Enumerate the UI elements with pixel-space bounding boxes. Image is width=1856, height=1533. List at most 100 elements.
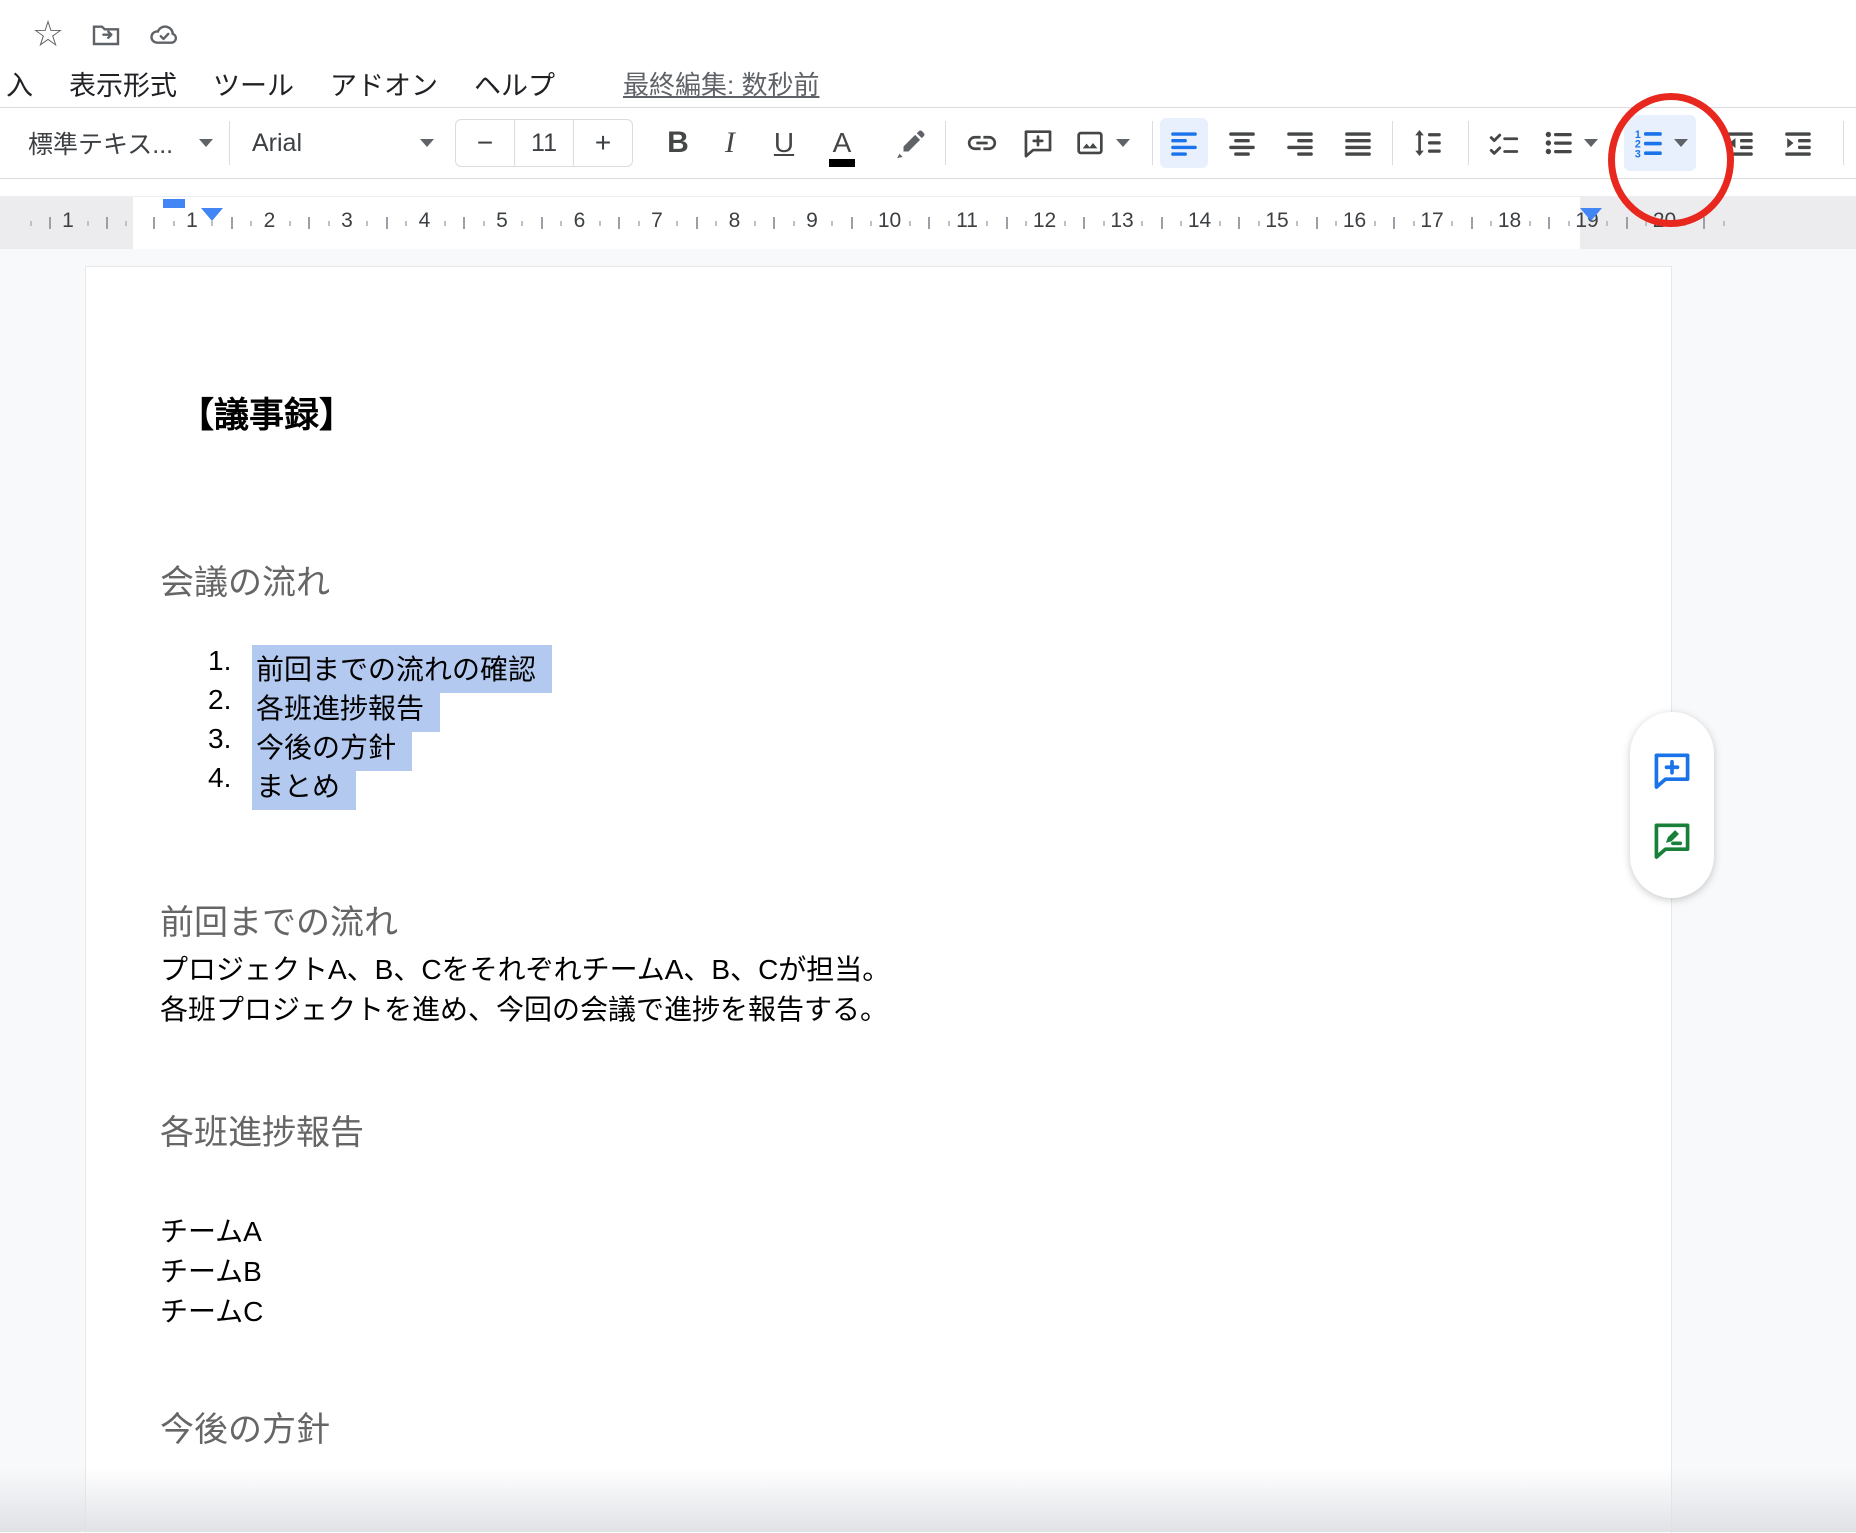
increase-font-size-button[interactable]: +	[574, 120, 632, 166]
toolbar: 標準テキス... Arial − 11 + B I U A	[0, 107, 1856, 179]
add-comment-icon	[1021, 126, 1055, 160]
first-line-indent-marker[interactable]	[163, 199, 185, 208]
ruler-tick	[289, 221, 291, 226]
ruler-tick	[638, 221, 640, 226]
ruler-number: 15	[1265, 209, 1288, 233]
list-item[interactable]: 1. 前回までの流れの確認	[86, 645, 1671, 684]
ruler-number: 13	[1110, 209, 1133, 233]
numbered-list-button[interactable]: 1 2 3	[1624, 115, 1696, 171]
selected-list-text[interactable]: まとめ	[252, 762, 356, 810]
align-justify-button[interactable]	[1334, 118, 1382, 168]
ruler-tick	[1161, 217, 1163, 229]
suggest-edits-button[interactable]	[1648, 816, 1696, 864]
ruler-number: 12	[1033, 209, 1056, 233]
align-right-button[interactable]	[1276, 118, 1324, 168]
list-item[interactable]: 2. 各班進捗報告	[86, 684, 1671, 723]
ruler-tick	[773, 217, 775, 229]
left-indent-marker[interactable]	[201, 208, 223, 221]
menu-format[interactable]: 表示形式	[65, 64, 181, 103]
checklist-button[interactable]	[1480, 118, 1528, 168]
ruler-tick	[1451, 221, 1453, 226]
highlight-color-button[interactable]	[888, 118, 936, 168]
ruler-tick	[793, 221, 795, 226]
ruler-tick	[1103, 221, 1105, 226]
ruler-tick	[1296, 221, 1298, 226]
image-icon	[1073, 126, 1107, 160]
chevron-down-icon	[1674, 139, 1688, 147]
ruler-tick	[153, 217, 155, 229]
align-center-icon	[1225, 126, 1259, 160]
font-size-input[interactable]: 11	[514, 120, 574, 166]
increase-indent-button[interactable]	[1774, 118, 1822, 168]
heading-future-policy[interactable]: 今後の方針	[160, 1402, 330, 1451]
ruler-tick	[1393, 217, 1395, 229]
ruler-tick	[1374, 221, 1376, 226]
add-comment-floating-button[interactable]	[1648, 746, 1696, 794]
menu-addons[interactable]: アドオン	[326, 64, 442, 103]
ruler-tick	[560, 221, 562, 226]
insert-image-control[interactable]	[1066, 108, 1130, 178]
paragraph-style-selector[interactable]: 標準テキス...	[28, 108, 213, 178]
font-selector[interactable]: Arial	[252, 108, 434, 178]
ruler-number: 7	[651, 209, 663, 233]
ruler-number: 5	[496, 209, 508, 233]
team-line[interactable]: チームA	[160, 1210, 262, 1250]
line-spacing-icon	[1411, 126, 1445, 160]
ruler-number: 4	[419, 209, 431, 233]
team-line[interactable]: チームB	[160, 1250, 262, 1290]
list-number: 4.	[208, 762, 231, 794]
italic-button[interactable]: I	[708, 118, 752, 168]
ruler-tick	[1335, 221, 1337, 226]
insert-image-button[interactable]	[1066, 118, 1114, 168]
decrease-font-size-button[interactable]: −	[456, 120, 514, 166]
list-item[interactable]: 4. まとめ	[86, 762, 1671, 801]
bold-button[interactable]: B	[656, 118, 700, 168]
text-color-button[interactable]: A	[820, 118, 864, 168]
heading-previous-flow[interactable]: 前回までの流れ	[160, 895, 398, 944]
add-comment-button[interactable]	[1014, 118, 1062, 168]
ruler-tick	[87, 221, 89, 226]
bulleted-list-icon	[1542, 126, 1576, 160]
ruler-tick	[986, 221, 988, 226]
right-indent-marker[interactable]	[1580, 208, 1602, 221]
body-line[interactable]: 各班プロジェクトを進め、今回の会議で進捗を報告する。	[160, 990, 888, 1030]
ruler-tick	[521, 221, 523, 226]
ruler-tick	[463, 217, 465, 229]
ruler-tick	[1141, 221, 1143, 226]
ruler-tick	[754, 221, 756, 226]
ruler-tick	[1238, 217, 1240, 229]
ruler-tick	[1180, 221, 1182, 226]
line-spacing-button[interactable]	[1404, 118, 1452, 168]
body-line[interactable]: プロジェクトA、B、CをそれぞれチームA、B、Cが担当。	[160, 950, 890, 990]
ruler-tick	[1413, 221, 1415, 226]
list-number: 3.	[208, 723, 231, 755]
ruler-tick	[831, 221, 833, 226]
last-edited-link[interactable]: 最終編集: 数秒前	[623, 65, 819, 102]
underline-button[interactable]: U	[762, 118, 806, 168]
ruler-number: 11	[956, 209, 978, 233]
heading-agenda[interactable]: 会議の流れ	[160, 555, 330, 604]
ruler-tick	[1568, 221, 1570, 226]
menu-tools[interactable]: ツール	[209, 64, 298, 103]
align-center-button[interactable]	[1218, 118, 1266, 168]
menu-help[interactable]: ヘルプ	[470, 64, 559, 103]
doc-title[interactable]: 【議事録】	[179, 387, 354, 438]
ruler-tick	[599, 221, 601, 226]
suggest-edit-icon	[1650, 818, 1694, 862]
menu-insert-partial[interactable]: 入	[2, 64, 37, 103]
insert-link-button[interactable]	[958, 118, 1006, 168]
move-folder-icon[interactable]	[88, 16, 124, 52]
star-icon[interactable]: ☆	[30, 16, 66, 52]
align-right-icon	[1283, 126, 1317, 160]
decrease-indent-button[interactable]	[1716, 118, 1764, 168]
team-line[interactable]: チームC	[160, 1290, 263, 1330]
ruler[interactable]: 11234567891011121314151617181920	[0, 196, 1856, 250]
heading-progress-report[interactable]: 各班進捗報告	[160, 1105, 364, 1154]
document-page[interactable]: 【議事録】 会議の流れ 1. 前回までの流れの確認 2. 各班進捗報告 3. 今…	[85, 266, 1672, 1533]
cloud-check-icon[interactable]	[146, 16, 182, 52]
align-left-button[interactable]	[1160, 118, 1208, 168]
list-item[interactable]: 3. 今後の方針	[86, 723, 1671, 762]
chevron-down-icon	[1116, 139, 1130, 147]
bulleted-list-button[interactable]	[1534, 115, 1606, 171]
ruler-number: 10	[878, 209, 901, 233]
